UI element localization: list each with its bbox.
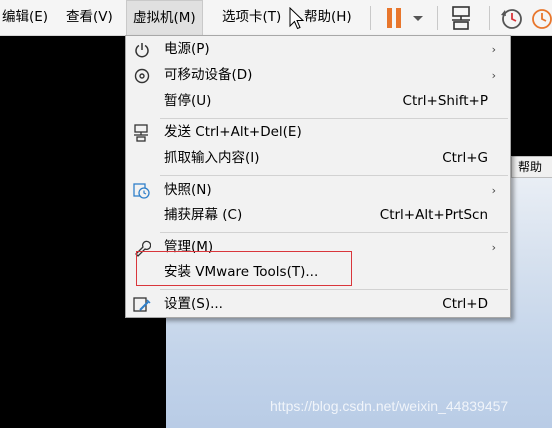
power-icon <box>133 41 151 59</box>
dropdown-arrow-icon <box>413 16 423 21</box>
menu-item-label: 抓取输入内容(I) <box>164 150 260 166</box>
menu-item-label: 安装 VMware Tools(T)... <box>164 264 319 280</box>
menu-item-label: 可移动设备(D) <box>164 67 253 83</box>
menu-separator <box>160 232 508 233</box>
menu-item-shortcut: Ctrl+Shift+P <box>402 93 488 109</box>
submenu-arrow-icon: › <box>491 184 496 197</box>
send-keys-icon <box>133 124 151 142</box>
submenu-arrow-icon: › <box>491 43 496 56</box>
toolbar-separator <box>489 6 490 30</box>
menu-item-settings[interactable]: 设置(S)... Ctrl+D <box>126 292 510 317</box>
pause-dropdown-button[interactable] <box>410 4 426 32</box>
network-icon <box>452 6 470 30</box>
menu-vm[interactable]: 虚拟机(M) <box>126 0 203 36</box>
menu-separator <box>160 118 508 119</box>
menu-item-capture-screen[interactable]: 捕获屏幕 (C) Ctrl+Alt+PrtScn <box>126 203 510 228</box>
menu-item-label: 捕获屏幕 (C) <box>164 207 243 223</box>
submenu-arrow-icon: › <box>491 241 496 254</box>
settings-icon <box>133 296 151 314</box>
toolbar-separator <box>437 6 438 30</box>
watermark: https://blog.csdn.net/weixin_44839457 <box>270 398 509 414</box>
menu-item-shortcut: Ctrl+G <box>442 150 488 166</box>
menu-item-removable-devices[interactable]: 可移动设备(D) › <box>126 63 510 88</box>
take-snapshot-button[interactable] <box>497 4 525 32</box>
vm-menu-dropdown: 电源(P) › 可移动设备(D) › 暂停(U) Ctrl+Shift+P 发送… <box>125 35 511 318</box>
menu-bar: 编辑(E) 查看(V) 虚拟机(M) 选项卡(T) 帮助(H) <box>0 0 552 36</box>
pause-button[interactable] <box>380 4 410 32</box>
wrench-icon <box>133 239 152 257</box>
menu-item-manage[interactable]: 管理(M) › <box>126 235 510 260</box>
menu-item-label: 电源(P) <box>164 41 210 57</box>
mouse-cursor-icon <box>289 7 305 30</box>
menu-item-pause[interactable]: 暂停(U) Ctrl+Shift+P <box>126 89 510 114</box>
send-ctrl-alt-del-button[interactable] <box>446 4 478 32</box>
submenu-arrow-icon: › <box>491 69 496 82</box>
snapshot-clock-icon <box>501 9 522 29</box>
pause-icon <box>387 8 401 28</box>
menu-item-install-vmware-tools[interactable]: 安装 VMware Tools(T)... <box>126 260 510 285</box>
menu-view[interactable]: 查看(V) <box>60 0 119 35</box>
menu-item-snapshot[interactable]: 快照(N) › <box>126 178 510 203</box>
menu-item-label: 快照(N) <box>164 182 212 198</box>
menu-item-label: 发送 Ctrl+Alt+Del(E) <box>164 124 302 140</box>
menu-edit[interactable]: 编辑(E) <box>0 0 54 35</box>
menu-item-label: 管理(M) <box>164 239 214 255</box>
menu-item-shortcut: Ctrl+Alt+PrtScn <box>379 207 488 223</box>
menu-separator <box>160 175 508 176</box>
removable-device-icon <box>133 67 151 85</box>
menu-help[interactable]: 帮助(H) <box>298 0 358 35</box>
toolbar-separator <box>370 6 371 30</box>
snapshot-icon <box>133 182 151 200</box>
menu-item-label: 暂停(U) <box>164 93 212 109</box>
menu-item-power[interactable]: 电源(P) › <box>126 37 510 62</box>
menu-item-grab-input[interactable]: 抓取输入内容(I) Ctrl+G <box>126 146 510 171</box>
guest-help-tab[interactable]: 帮助 <box>511 156 552 178</box>
revert-snapshot-button[interactable] <box>528 4 552 32</box>
menu-separator <box>160 289 508 290</box>
revert-clock-icon <box>532 9 552 29</box>
menu-item-label: 设置(S)... <box>164 296 223 312</box>
menu-item-send-ctrl-alt-del[interactable]: 发送 Ctrl+Alt+Del(E) <box>126 120 510 145</box>
menu-tabs[interactable]: 选项卡(T) <box>216 0 287 35</box>
menu-item-shortcut: Ctrl+D <box>442 296 488 312</box>
